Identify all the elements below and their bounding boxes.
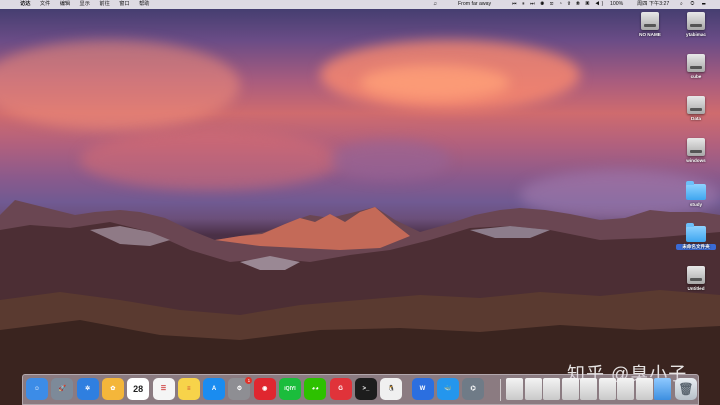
menu-item-go[interactable]: 前往 xyxy=(99,1,109,7)
downloads-icon[interactable] xyxy=(654,378,671,400)
wechat-icon[interactable]: ◕◕ xyxy=(304,378,327,400)
dock-separator xyxy=(500,379,501,401)
desktop-icon-label: ytabimac xyxy=(686,32,706,37)
desktop-icon-label: 未命名文件夹 xyxy=(676,244,716,250)
window-thumb-icon[interactable] xyxy=(617,378,634,400)
battery-percentage[interactable]: 100% xyxy=(610,0,623,9)
hard-drive-icon xyxy=(687,266,705,284)
desktop-drive-cube[interactable]: cube xyxy=(676,54,716,79)
menu-item-view[interactable]: 显示 xyxy=(80,1,90,7)
window-thumb-icon[interactable] xyxy=(524,378,542,400)
window-thumb-icon[interactable] xyxy=(580,378,597,400)
menu-item-help[interactable]: 帮助 xyxy=(139,1,149,7)
window-thumb-icon[interactable] xyxy=(598,378,616,400)
hard-drive-icon xyxy=(687,12,705,30)
window-thumb-icon[interactable] xyxy=(635,378,653,400)
spotlight-siri-notification-icons[interactable]: ⌕ ◎ ☰ xyxy=(680,0,709,9)
hard-drive-icon xyxy=(687,54,705,72)
g-app-icon[interactable]: G xyxy=(329,378,352,400)
preview-doc-icon[interactable] xyxy=(506,378,523,400)
notes-icon[interactable]: ≡ xyxy=(177,378,200,400)
desktop-icon-label: Untitled xyxy=(687,286,705,291)
mountain-landscape xyxy=(0,200,720,405)
photos-icon[interactable]: ✿ xyxy=(101,378,124,400)
desktop-drive-data[interactable]: Data xyxy=(676,96,716,121)
menu-item-edit[interactable]: 编辑 xyxy=(60,1,70,7)
window-thumb-icon[interactable] xyxy=(543,378,560,400)
wps-icon[interactable]: W xyxy=(411,378,434,400)
hard-drive-icon xyxy=(641,12,659,30)
hard-drive-icon xyxy=(687,138,705,156)
desktop-icon-label: NO NAME xyxy=(639,32,661,37)
desktop-icon-label: study xyxy=(689,202,703,207)
now-playing-title[interactable]: From far away xyxy=(458,0,491,9)
desktop-icon-label: Data xyxy=(691,116,701,121)
menu-item-file[interactable]: 文件 xyxy=(40,1,50,7)
desktop[interactable]: 访达 文件 编辑 显示 前往 窗口 帮助 ♫ From far away ⏮ ⏸… xyxy=(0,0,720,405)
window-thumb-icon[interactable] xyxy=(561,378,579,400)
calendar-icon[interactable]: 28 xyxy=(127,378,150,400)
desktop-icon-label: cube xyxy=(690,74,702,79)
desktop-drive-ytabimac[interactable]: ytabimac xyxy=(676,12,716,37)
menu-item-window[interactable]: 窗口 xyxy=(119,1,129,7)
netease-music-icon[interactable]: ◉ xyxy=(253,378,276,400)
desktop-folder-untitled-cn[interactable]: 未命名文件夹 xyxy=(676,223,716,250)
iqiyi-icon[interactable]: iQIYI xyxy=(279,378,301,400)
safari-icon[interactable]: ✲ xyxy=(76,378,99,400)
terminal-icon[interactable]: >_ xyxy=(354,378,377,400)
docker-icon[interactable]: 🐳 xyxy=(436,378,459,400)
qq-icon[interactable]: 🐧 xyxy=(380,378,403,400)
network-icon[interactable]: ⌬ xyxy=(462,378,485,400)
music-note-icon[interactable]: ♫ xyxy=(433,0,437,9)
finder-icon[interactable]: ☺ xyxy=(26,378,48,400)
hard-drive-icon xyxy=(687,96,705,114)
notification-badge: 1 xyxy=(245,377,253,384)
desktop-drive-no-name[interactable]: NO NAME xyxy=(630,12,670,37)
trash-icon[interactable]: 🗑 xyxy=(675,378,697,400)
menu-item-finder[interactable]: 访达 xyxy=(20,1,30,7)
launchpad-icon[interactable]: 🚀 xyxy=(51,378,74,400)
status-menu-icons[interactable]: ⏮ ⏸ ⏭ ◉ ✉ ◔ ⇧ ⦿ ▣ ◀) xyxy=(512,0,605,9)
dock: ☺ 🚀 ✲ ✿ 28 ☰ ≡ A ⚙ 1 ◉ iQIYI ◕◕ G >_ 🐧 W 🐳 ⌬ 🗑 xyxy=(22,374,699,405)
menu-bar: 访达 文件 编辑 显示 前往 窗口 帮助 ♫ From far away ⏮ ⏸… xyxy=(0,0,720,9)
folder-icon xyxy=(686,223,706,242)
reminders-icon[interactable]: ☰ xyxy=(152,378,175,400)
app-store-icon[interactable]: A xyxy=(203,378,226,400)
folder-icon xyxy=(686,181,706,200)
desktop-drive-windows[interactable]: windows xyxy=(676,138,716,163)
desktop-drive-untitled[interactable]: Untitled xyxy=(676,266,716,291)
desktop-folder-study[interactable]: study xyxy=(676,181,716,207)
menu-clock[interactable]: 周四 下午3:27 xyxy=(637,0,669,9)
desktop-icon-label: windows xyxy=(686,158,706,163)
